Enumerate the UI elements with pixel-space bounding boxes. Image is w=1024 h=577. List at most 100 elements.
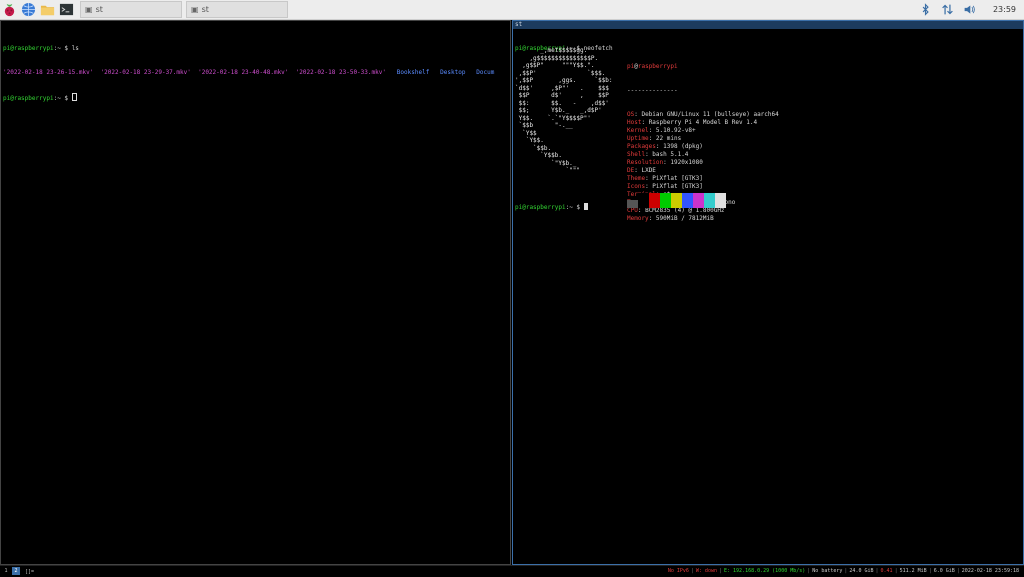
taskbar-button-label: st — [95, 5, 103, 14]
file-entry: '2022-02-18 23-50-33.mkv' — [295, 69, 386, 76]
window-icon: ▣ — [191, 5, 199, 14]
logo-line: $$; Y$b._ _,d$P' — [515, 107, 602, 114]
info-row: OS: Debian GNU/Linux 11 (bullseye) aarch… — [627, 111, 779, 118]
info-label: Packages — [627, 143, 656, 150]
file-manager-launcher[interactable] — [38, 0, 57, 19]
right-terminal-window[interactable]: st pi@raspberrypi:~ $ neofetch _,met$$$$… — [512, 20, 1024, 565]
info-label: Theme — [627, 175, 646, 182]
info-label: Icons — [627, 183, 646, 190]
color-swatch — [682, 193, 693, 208]
info-value: 5.10.92-v8+ — [655, 127, 696, 134]
terminal-launcher[interactable] — [57, 0, 76, 19]
logo-line: $$P d$' , $$P — [515, 92, 609, 99]
prompt-user: pi@raspberrypi — [3, 95, 54, 102]
info-row: Resolution: 1920x1080 — [627, 159, 703, 166]
status-segment: 2022-02-18 23:59:18 — [961, 568, 1019, 574]
raspberry-menu-button[interactable] — [0, 0, 19, 19]
ls-output-line: '2022-02-18 23-26-15.mkv' '2022-02-18 23… — [3, 69, 510, 77]
color-swatch — [715, 193, 726, 208]
logo-line: ',$$P ,ggs. `$$b: — [515, 77, 613, 84]
color-swatch — [693, 193, 704, 208]
directory-entry: Bookshelf — [396, 69, 430, 76]
info-row: Packages: 1398 (dpkg) — [627, 143, 703, 150]
taskbar-button-2[interactable]: ▣ st — [186, 1, 288, 18]
logo-line: _,met$$$$$gg. — [515, 47, 588, 54]
info-row: Theme: PiXflat [GTK3] — [627, 175, 703, 182]
top-panel: ▣ st ▣ st 23:59 — [0, 0, 1024, 20]
prompt-path: :~ $ — [53, 45, 69, 52]
prompt-line-ls: pi@raspberrypi:~ $ ls — [3, 45, 510, 53]
left-terminal-output: pi@raspberrypi:~ $ ls '2022-02-18 23-26-… — [1, 29, 510, 117]
info-label: Uptime — [627, 135, 649, 142]
info-label: Host — [627, 119, 642, 126]
info-label: Memory — [627, 215, 649, 222]
status-segment: 24.0 GiB — [849, 568, 874, 574]
logo-line: ,g$$$$$$$$$$$$$$$P. — [515, 54, 599, 62]
prompt-path: :~ $ — [565, 204, 581, 211]
prompt-user: pi@raspberrypi — [3, 45, 54, 52]
left-terminal-window[interactable]: pi@raspberrypi:~ $ ls '2022-02-18 23-26-… — [0, 20, 511, 565]
status-segment: W: down — [695, 568, 717, 574]
header-host: raspberrypi — [637, 63, 678, 70]
color-swatch — [649, 193, 660, 208]
command-text: ls — [71, 45, 79, 52]
info-value: 22 mins — [655, 135, 682, 142]
logo-line: Y$$. `.`"Y$$$$P"' — [515, 114, 591, 122]
file-manager-icon — [40, 5, 55, 16]
bluetooth-icon[interactable] — [919, 3, 932, 16]
directory-entry: Docum — [476, 69, 495, 76]
file-entry: '2022-02-18 23-26-15.mkv' — [3, 69, 94, 76]
file-entry: '2022-02-18 23-40-48.mkv' — [198, 69, 289, 76]
info-label: Resolution — [627, 159, 664, 166]
logo-line: ,$$P' `$$$. — [515, 69, 606, 77]
info-value: PiXflat [GTK3] — [652, 183, 703, 190]
info-value: LXDE — [641, 167, 656, 174]
panel-clock[interactable]: 23:59 — [993, 5, 1016, 14]
info-label: CPU — [627, 207, 638, 214]
color-swatch — [638, 193, 649, 208]
info-value: bash 5.1.4 — [652, 151, 689, 158]
status-segment: 6.0 GiB — [933, 568, 955, 574]
logo-line: ,g$$P" """Y$$.". — [515, 62, 595, 69]
prompt-path: :~ $ — [53, 95, 69, 102]
network-arrows-icon[interactable] — [941, 3, 954, 16]
info-row: Memory: 590MiB / 7812MiB — [627, 215, 714, 222]
status-segment: E: 192.168.0.29 (1000 Mb/s) — [724, 568, 806, 574]
taskbar-button-1[interactable]: ▣ st — [80, 1, 182, 18]
prompt-line-current: pi@raspberrypi:~ $ — [515, 203, 588, 212]
info-value: Debian GNU/Linux 11 (bullseye) aarch64 — [641, 111, 779, 118]
terminal-cursor — [71, 93, 77, 101]
logo-line: `Y$$ — [515, 129, 537, 137]
logo-line: `Y$$. — [515, 137, 544, 144]
info-row: Icons: PiXflat [GTK3] — [627, 183, 703, 190]
status-segment: No battery — [812, 568, 843, 574]
color-swatch — [704, 193, 715, 208]
logo-line: `d$$' ,$P"' . $$$ — [515, 84, 609, 92]
tag-list: 1 2 []= — [2, 566, 34, 577]
color-swatch — [627, 200, 638, 208]
logo-line: `$$b "-.__ — [515, 122, 573, 129]
raspberry-menu-icon — [4, 3, 15, 17]
info-label: Shell — [627, 151, 646, 158]
logo-line: `$$b. — [515, 144, 552, 152]
logo-line: `"Y$b._ — [515, 159, 577, 167]
prompt-user: pi@raspberrypi — [515, 204, 566, 211]
web-browser-launcher[interactable] — [19, 0, 38, 19]
window-icon: ▣ — [85, 5, 93, 14]
system-tray: 23:59 — [919, 0, 1024, 19]
color-swatch — [671, 193, 682, 208]
tag-2[interactable]: 2 — [12, 567, 20, 575]
status-segment: 0.41 — [880, 568, 893, 574]
status-segment: No IPv6 — [667, 568, 689, 574]
info-row: Kernel: 5.10.92-v8+ — [627, 127, 696, 134]
info-row: Uptime: 22 mins — [627, 135, 682, 142]
info-label: Kernel — [627, 127, 649, 134]
tag-1[interactable]: 1 — [2, 567, 10, 575]
dwm-status-bar: 1 2 []= No IPv6 | W: down | E: 192.168.0.29 … — [0, 565, 1024, 577]
info-row: Host: Raspberry Pi 4 Model B Rev 1.4 — [627, 119, 758, 126]
info-row: CPU: BCM2835 (4) @ 1.800GHz — [627, 207, 725, 214]
web-browser-icon — [21, 2, 36, 17]
logo-line: `""" — [515, 167, 581, 174]
volume-icon[interactable] — [963, 3, 976, 16]
info-value: PiXflat [GTK3] — [652, 175, 703, 182]
